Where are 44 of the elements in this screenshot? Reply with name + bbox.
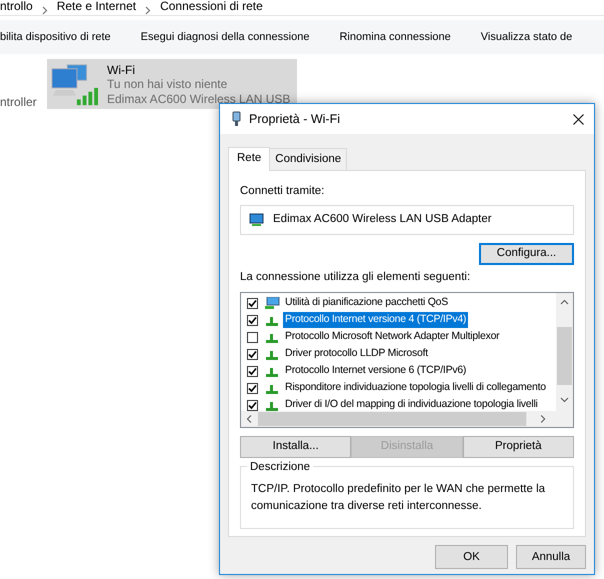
- adapter-name: Edimax AC600 Wireless LAN USB Adapter: [273, 212, 492, 227]
- list-item[interactable]: Protocollo Internet versione 4 (TCP/IPv4): [283, 312, 468, 328]
- chevron-icon: [145, 6, 152, 15]
- chevron-icon: [42, 6, 48, 15]
- dialog-button[interactable]: OK: [435, 545, 508, 570]
- dialog-button[interactable]: Annulla: [516, 545, 586, 570]
- checkbox[interactable]: [247, 382, 258, 394]
- toolbar-button[interactable]: Esegui diagnosi della connessione: [140, 28, 310, 46]
- network-service-icon: [264, 296, 280, 310]
- network-connection-item[interactable]: Wi-Fi Tu non hai visto niente Edimax AC600 Wireless LAN USB: [47, 59, 297, 109]
- description-text: TCP/IP. Protocollo predefinito per le WAN che permette la comunicazione tra diverse reti interconnesse.: [251, 482, 546, 514]
- configure-button[interactable]: Configura...: [479, 242, 574, 264]
- checkbox[interactable]: [247, 298, 258, 309]
- dialog-title: Proprietà - Wi-Fi: [249, 110, 341, 128]
- close-icon[interactable]: [573, 114, 584, 124]
- action-button[interactable]: Installa...: [240, 436, 352, 458]
- adapter-name: Edimax AC600 Wireless LAN USB: [107, 92, 290, 106]
- list-item[interactable]: Protocollo Microsoft Network Adapter Multiplexor: [283, 329, 502, 346]
- sidebar-text: ntroller: [0, 94, 36, 111]
- breadcrumb-item[interactable]: Rete e Internet: [56, 0, 136, 15]
- list-item[interactable]: Driver di I/O del mapping di individuazione topologia livelli: [283, 397, 540, 411]
- checkbox[interactable]: [247, 314, 258, 326]
- tab[interactable]: Condivisione: [269, 148, 348, 170]
- tab[interactable]: Rete: [228, 147, 270, 172]
- list-item[interactable]: Utilità di pianificazione pacchetti QoS: [283, 295, 450, 312]
- checkbox[interactable]: [247, 332, 258, 343]
- field-label: Connetti tramite:: [240, 184, 326, 200]
- list-item[interactable]: Protocollo Internet versione 6 (TCP/IPv6): [283, 363, 468, 380]
- network-adapter-icon: [249, 212, 265, 226]
- checkbox[interactable]: [247, 348, 258, 360]
- list-item[interactable]: Risponditore individuazione topologia livelli di collegamento: [283, 380, 548, 396]
- connection-name: Wi-Fi: [107, 63, 136, 78]
- network-cable-icon: [232, 111, 241, 127]
- toolbar-button[interactable]: Rinomina connessione: [339, 28, 451, 46]
- action-button[interactable]: Proprietà: [462, 436, 574, 458]
- checkbox[interactable]: [247, 400, 258, 411]
- toolbar-button[interactable]: Visualizza stato de: [480, 28, 572, 46]
- connection-status: Tu non hai visto niente: [107, 77, 228, 92]
- field-label: La connessione utilizza gli elementi seguenti:: [240, 270, 472, 284]
- breadcrumb-item[interactable]: Connessioni di rete: [160, 0, 263, 15]
- breadcrumb-item[interactable]: ntrollo: [0, 0, 33, 15]
- list-item[interactable]: Driver protocollo LLDP Microsoft: [283, 346, 430, 362]
- toolbar-button[interactable]: bilita dispositivo di rete: [0, 28, 111, 46]
- checkbox[interactable]: [247, 366, 258, 377]
